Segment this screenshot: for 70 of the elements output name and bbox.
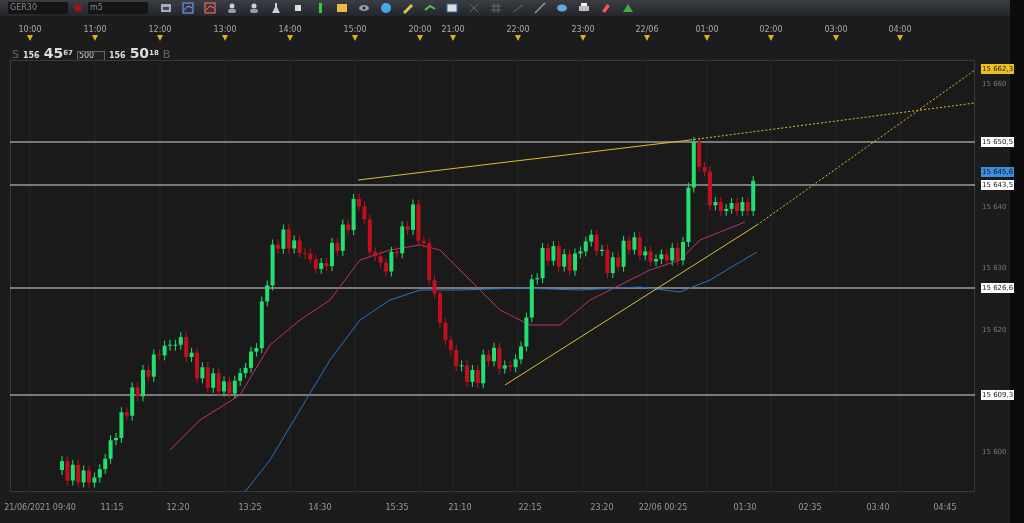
time-marker-icon [450, 35, 456, 41]
line-icon[interactable] [534, 2, 546, 14]
time-label: 23:20 [590, 502, 614, 514]
time-label: 12:20 [166, 502, 190, 514]
time-label: 15:35 [385, 502, 409, 514]
time-label: 10:00 [18, 24, 42, 36]
time-label: 22:15 [518, 502, 542, 514]
eraser-icon[interactable] [600, 2, 612, 14]
person-icon[interactable] [248, 2, 260, 14]
window-icon[interactable] [446, 2, 458, 14]
time-marker-icon [833, 35, 839, 41]
sell-price: 45$^{67}$ [43, 46, 73, 60]
time-marker-icon [768, 35, 774, 41]
time-label: 02:35 [798, 502, 822, 514]
cross-icon[interactable] [468, 2, 480, 14]
buy-big-figure: 156 [108, 50, 126, 62]
eye-icon[interactable] [358, 2, 370, 14]
time-marker-icon [704, 35, 710, 41]
time-marker-icon [352, 35, 358, 41]
globe-icon[interactable] [380, 2, 392, 14]
sell-label: S [12, 47, 19, 63]
chart-icon[interactable] [182, 2, 194, 14]
time-marker-icon [157, 35, 163, 41]
time-label: 13:00 [213, 24, 237, 36]
picture-icon[interactable] [160, 2, 172, 14]
time-label: 03:40 [866, 502, 890, 514]
printer-icon[interactable] [578, 2, 590, 14]
time-marker-icon [417, 35, 423, 41]
time-label: 22:00 [506, 24, 530, 36]
time-marker-icon [644, 35, 650, 41]
time-label: 23:00 [571, 24, 595, 36]
time-marker-icon [580, 35, 586, 41]
time-label: 12:00 [148, 24, 172, 36]
time-label: 02:00 [759, 24, 783, 36]
ruler-icon[interactable] [402, 2, 414, 14]
timeframe-dropdown[interactable]: m5 [88, 2, 148, 14]
sell-big-figure: 156 [23, 50, 40, 62]
time-label: 04:45 [933, 502, 957, 514]
time-marker-icon [287, 35, 293, 41]
square-icon[interactable] [292, 2, 304, 14]
time-label: 15:00 [343, 24, 367, 36]
symbol-dropdown[interactable]: GER30 [8, 2, 68, 14]
time-label: 20:00 [408, 24, 432, 36]
time-label: 21:10 [448, 502, 472, 514]
time-label: 21:00 [441, 24, 465, 36]
buy-price: 50$^{18}$ [129, 46, 159, 60]
buy-label: B [162, 47, 171, 63]
time-marker-icon [222, 35, 228, 41]
flask-icon[interactable] [270, 2, 282, 14]
ellipse-icon[interactable] [556, 2, 568, 14]
person-icon[interactable] [226, 2, 238, 14]
time-marker-icon [92, 35, 98, 41]
time-label: 13:25 [238, 502, 262, 514]
time-label: 22/06 [635, 24, 659, 36]
time-marker-icon [897, 35, 903, 41]
time-label: 14:30 [308, 502, 332, 514]
pyramid-icon[interactable] [622, 2, 634, 14]
time-label: 01:00 [695, 24, 719, 36]
chart-icon[interactable] [204, 2, 216, 14]
time-label: 22/06 00:25 [638, 502, 688, 514]
time-label: 21/06/2021 09:40 [4, 502, 76, 514]
time-marker-icon [27, 35, 33, 41]
note-icon[interactable] [336, 2, 348, 14]
time-label: 14:00 [278, 24, 302, 36]
time-label: 01:30 [733, 502, 757, 514]
time-label: 03:00 [824, 24, 848, 36]
time-marker-icon [515, 35, 521, 41]
time-label: 11:00 [83, 24, 107, 36]
time-label: 11:15 [100, 502, 124, 514]
time-label: 04:00 [888, 24, 912, 36]
